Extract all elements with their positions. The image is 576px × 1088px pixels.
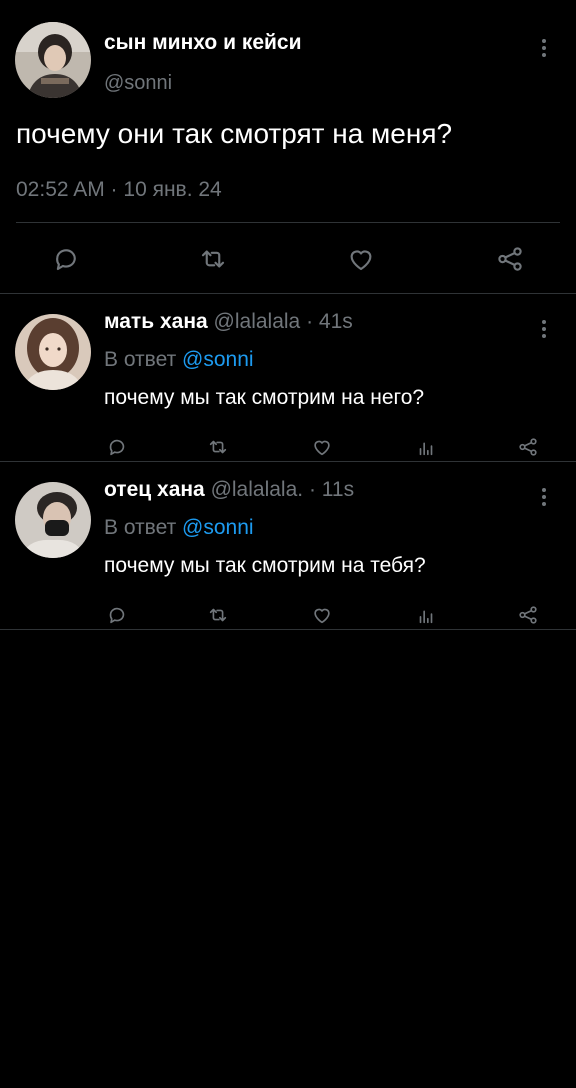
action-bar: [0, 600, 576, 630]
reply-tweet[interactable]: отец хана @lalalala. · 11s В ответ @sonn…: [0, 462, 576, 630]
reply-header: отец хана @lalalala. · 11s: [104, 478, 354, 502]
reply-to-handle[interactable]: @sonni: [182, 516, 254, 539]
tweet-timestamp: 02:52 AM · 10 янв. 24: [16, 178, 222, 201]
reply-tweet[interactable]: мать хана @lalalala · 41s В ответ @sonni…: [0, 294, 576, 462]
reply-icon[interactable]: [46, 240, 86, 278]
reply-icon[interactable]: [103, 432, 131, 462]
avatar[interactable]: [15, 482, 91, 558]
tweet-text: почему мы так смотрим на тебя?: [104, 554, 426, 577]
like-icon[interactable]: [341, 240, 381, 278]
more-options-icon[interactable]: [542, 39, 548, 57]
more-options-icon[interactable]: [542, 320, 548, 338]
reply-time: · 41s: [306, 310, 353, 333]
action-bar: [0, 240, 576, 278]
tweet-text: почему они так смотрят на меня?: [16, 118, 453, 149]
reply-time: · 11s: [308, 478, 355, 501]
display-name[interactable]: мать хана: [104, 310, 208, 333]
like-icon[interactable]: [308, 600, 336, 630]
avatar-photo-icon: [15, 482, 91, 558]
tweet-text: почему мы так смотрим на него?: [104, 386, 425, 409]
reply-to-handle[interactable]: @sonni: [182, 348, 254, 371]
avatar-photo-icon: [15, 22, 91, 98]
more-options-icon[interactable]: [542, 488, 548, 506]
views-icon[interactable]: [412, 600, 440, 630]
share-icon[interactable]: [514, 432, 542, 462]
divider: [16, 222, 560, 223]
avatar[interactable]: [15, 314, 91, 390]
handle[interactable]: @lalalala.: [211, 478, 304, 501]
handle[interactable]: @lalalala: [214, 310, 301, 333]
share-icon[interactable]: [490, 240, 530, 278]
retweet-icon[interactable]: [204, 432, 232, 462]
avatar[interactable]: [15, 22, 91, 98]
like-icon[interactable]: [308, 432, 336, 462]
action-bar: [0, 432, 576, 462]
share-icon[interactable]: [514, 600, 542, 630]
display-name[interactable]: отец хана: [104, 478, 205, 501]
main-tweet: сын минхо и кейси @sonni почему они так …: [0, 0, 576, 294]
reply-header: мать хана @lalalala · 41s: [104, 310, 353, 334]
reply-icon[interactable]: [103, 600, 131, 630]
display-name[interactable]: сын минхо и кейси: [104, 31, 302, 55]
handle[interactable]: @sonni: [104, 72, 172, 95]
avatar-photo-icon: [15, 314, 91, 390]
reply-prefix: В ответ: [104, 516, 177, 539]
in-reply-to: В ответ @sonni: [104, 348, 254, 372]
views-icon[interactable]: [412, 432, 440, 462]
in-reply-to: В ответ @sonni: [104, 516, 254, 540]
retweet-icon[interactable]: [204, 600, 232, 630]
reply-prefix: В ответ: [104, 348, 177, 371]
retweet-icon[interactable]: [193, 240, 233, 278]
